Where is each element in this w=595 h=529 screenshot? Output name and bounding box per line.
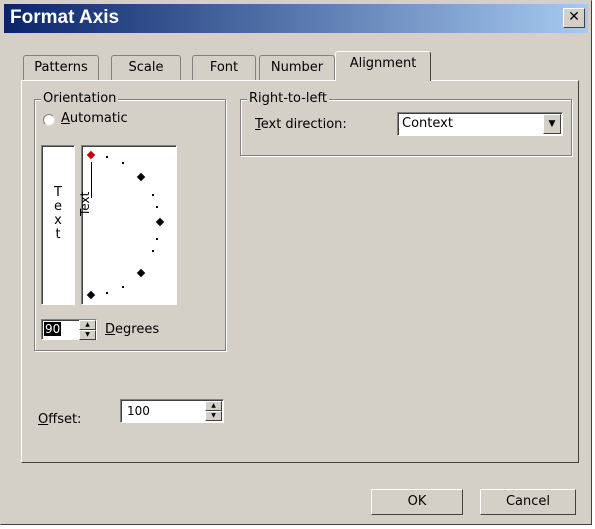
cancel-button[interactable]: Cancel <box>480 489 576 515</box>
chevron-up-icon[interactable]: ▲ <box>205 401 222 411</box>
offset-input[interactable]: 100 ▲ ▼ <box>120 399 224 423</box>
dial-marker-neg45 <box>136 268 146 278</box>
offset-spinner[interactable]: ▲ ▼ <box>205 401 222 422</box>
chevron-up-icon[interactable]: ▲ <box>79 320 96 330</box>
dial-marker-45 <box>136 172 146 182</box>
close-button[interactable]: ✕ <box>563 8 585 28</box>
degrees-label: Degrees <box>105 322 160 337</box>
text-direction-select[interactable]: Context ▼ <box>397 112 563 136</box>
tab-alignment[interactable]: Alignment <box>335 51 431 81</box>
degrees-input[interactable]: 90 ▲ ▼ <box>41 319 97 340</box>
degrees-spinner[interactable]: ▲ ▼ <box>79 320 96 341</box>
orientation-group: Orientation Automatic Text Text 90 ▲ ▼ D… <box>34 91 226 351</box>
tab-patterns[interactable]: Patterns <box>23 55 99 81</box>
chevron-down-icon[interactable]: ▼ <box>205 411 222 421</box>
orientation-group-label: Orientation <box>41 91 119 106</box>
tab-number[interactable]: Number <box>259 55 335 81</box>
right-to-left-group: Right-to-left Text direction: Context ▼ <box>240 91 572 156</box>
ok-button[interactable]: OK <box>371 489 463 515</box>
close-icon: ✕ <box>568 9 580 25</box>
chevron-down-icon[interactable]: ▼ <box>543 114 561 134</box>
rotated-text: Text <box>78 191 92 216</box>
tab-scale[interactable]: Scale <box>111 55 181 81</box>
rtl-group-label: Right-to-left <box>247 91 329 106</box>
text-direction-label: Text direction: <box>255 117 347 132</box>
offset-label: Offset: <box>38 412 82 427</box>
automatic-radio[interactable] <box>43 114 55 126</box>
automatic-label: Automatic <box>61 111 128 126</box>
vertical-text-box[interactable]: Text <box>41 145 75 305</box>
tab-font[interactable]: Font <box>192 55 256 81</box>
dialog-title: Format Axis <box>10 7 120 28</box>
dial-marker-0 <box>155 217 165 227</box>
dial-marker-neg90 <box>86 290 96 300</box>
alignment-panel: Orientation Automatic Text Text 90 ▲ ▼ D… <box>21 80 579 463</box>
orientation-dial[interactable]: Text <box>78 145 177 305</box>
chevron-down-icon[interactable]: ▼ <box>79 330 96 340</box>
vertical-text: Text <box>54 185 62 242</box>
orientation-indicator <box>86 150 96 160</box>
title-bar[interactable]: Format Axis ✕ <box>4 4 588 33</box>
format-axis-dialog: Format Axis ✕ Patterns Scale Font Number… <box>0 0 592 525</box>
